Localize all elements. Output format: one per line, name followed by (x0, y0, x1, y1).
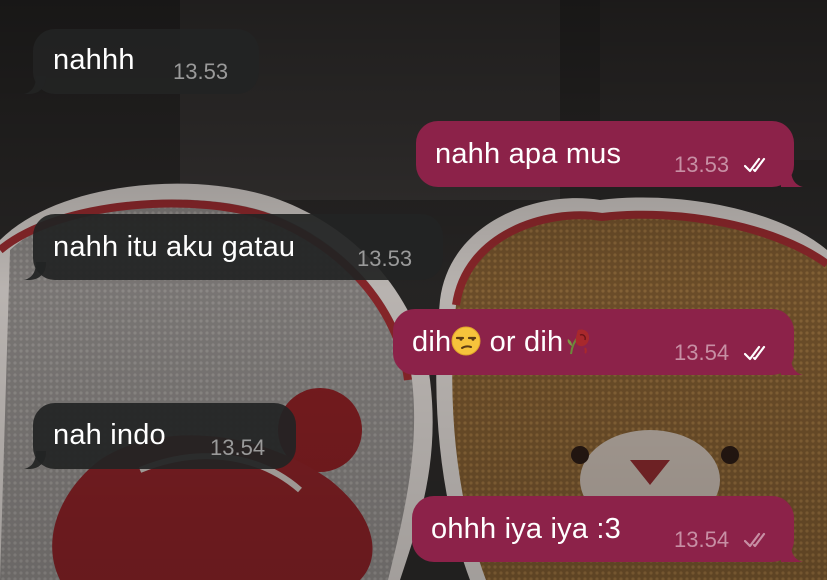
message-time: 13.53 (357, 246, 413, 271)
double-check-icon (744, 532, 766, 548)
message-bubble-outgoing[interactable]: ohhh iya iya :3 13.54 (412, 496, 794, 562)
message-text: nah indo (53, 419, 166, 451)
message-text: nahhh (53, 44, 135, 76)
wilted-rose-emoji (567, 329, 590, 355)
unamused-face-emoji (451, 326, 481, 356)
message-time: 13.54 (210, 435, 266, 460)
message-bubble-outgoing[interactable]: nahh apa mus 13.53 (416, 121, 794, 187)
double-check-icon (744, 157, 766, 173)
double-check-icon (744, 345, 766, 361)
message-time: 13.54 (674, 527, 730, 552)
message-text-part: or dih (481, 326, 564, 358)
message-text-part: dih (412, 326, 452, 358)
message-text: nahh apa mus (435, 138, 622, 170)
message-list[interactable]: nahhh 13.53 nahh apa mus 13.53 nahh itu … (0, 0, 827, 580)
message-bubble-incoming[interactable]: nah indo 13.54 (33, 403, 296, 469)
message-bubble-incoming[interactable]: nahh itu aku gatau 13.53 (33, 214, 443, 280)
message-text: nahh itu aku gatau (53, 231, 296, 263)
message-time: 13.53 (674, 152, 730, 177)
message-time: 13.53 (173, 59, 229, 84)
message-bubble-incoming[interactable]: nahhh 13.53 (33, 29, 259, 94)
message-text: dih or dih (412, 325, 593, 359)
message-time: 13.54 (674, 340, 730, 365)
message-bubble-outgoing[interactable]: dih or dih 13.54 (393, 309, 794, 375)
message-text: ohhh iya iya :3 (431, 513, 622, 545)
